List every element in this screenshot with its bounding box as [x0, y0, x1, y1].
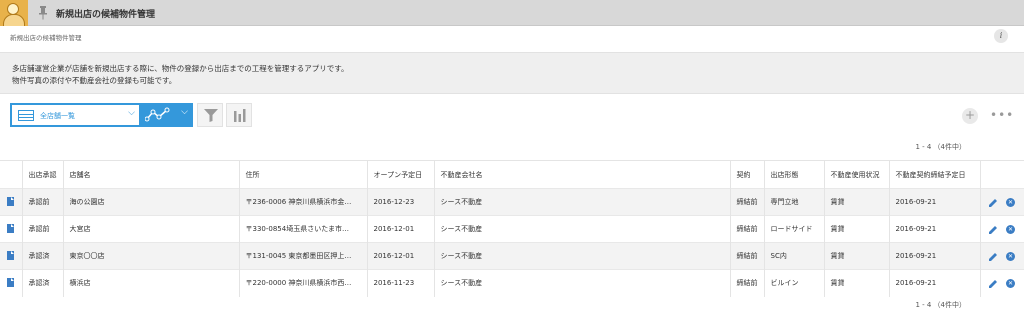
edit-icon[interactable] [989, 198, 998, 207]
cell-open-date: 2016-12-01 [367, 215, 435, 243]
table-row[interactable]: 承認済 横浜店 〒220-0000 神奈川県横浜市西… 2016-11-23 シ… [0, 269, 1024, 297]
cell-format: ビルイン [764, 269, 825, 297]
more-options-button[interactable]: ••• [990, 108, 1014, 122]
cell-company: シース不動産 [434, 242, 731, 270]
info-icon[interactable]: i [994, 29, 1008, 43]
record-detail-icon[interactable] [7, 250, 15, 260]
cell-sign-date: 2016-09-21 [889, 242, 981, 270]
app-description: 多店舗運営企業が店舗を新規出店する際に、物件の登録から出店までの工程を管理するア… [0, 52, 1024, 94]
cell-approval: 承認済 [22, 242, 64, 270]
view-select[interactable]: 全店舗一覧 ⌵ [10, 103, 141, 127]
cell-sign-date: 2016-09-21 [889, 188, 981, 216]
subheader: 新規出店の候補物件管理 i [0, 27, 1024, 51]
table-row[interactable]: 承認前 海の公園店 〒236-0006 神奈川県横浜市金… 2016-12-23… [0, 188, 1024, 216]
edit-icon[interactable] [989, 252, 998, 261]
table-view-icon [18, 110, 34, 121]
cell-company: シース不動産 [434, 215, 731, 243]
filter-button[interactable] [197, 103, 223, 127]
cell-approval: 承認前 [22, 188, 64, 216]
column-header[interactable]: 出店承認 [22, 160, 64, 189]
cell-contract: 締結前 [730, 215, 765, 243]
description-line-2: 物件写真の添付や不動産会社の登録も可能です。 [12, 76, 177, 85]
cell-contract: 締結前 [730, 242, 765, 270]
column-header[interactable]: 住所 [239, 160, 368, 189]
pin-icon[interactable] [38, 6, 48, 20]
column-header[interactable]: 不動産契約締結予定日 [889, 160, 981, 189]
cell-address: 〒131-0045 東京都墨田区押上… [239, 242, 368, 270]
app-title: 新規出店の候補物件管理 [56, 10, 156, 20]
graph-view-button[interactable]: ⌵ [141, 103, 193, 127]
table-row[interactable]: 承認済 東京〇〇店 〒131-0045 東京都墨田区押上… 2016-12-01… [0, 242, 1024, 270]
cell-approval: 承認済 [22, 269, 64, 297]
cell-sign-date: 2016-09-21 [889, 215, 981, 243]
cell-store: 横浜店 [63, 269, 240, 297]
record-detail-icon[interactable] [7, 196, 15, 206]
delete-icon[interactable]: ✕ [1006, 278, 1015, 288]
cell-address: 〒236-0006 神奈川県横浜市金… [239, 188, 368, 216]
delete-icon[interactable]: ✕ [1006, 251, 1015, 261]
cell-usage: 賃貸 [824, 269, 890, 297]
cell-contract: 締結前 [730, 269, 765, 297]
edit-icon[interactable] [989, 225, 998, 234]
cell-approval: 承認前 [22, 215, 64, 243]
cell-usage: 賃貸 [824, 242, 890, 270]
breadcrumb[interactable]: 新規出店の候補物件管理 [10, 32, 82, 42]
cell-store: 大宮店 [63, 215, 240, 243]
chevron-down-icon: ⌵ [128, 108, 135, 118]
column-header[interactable]: 契約 [730, 160, 765, 189]
cell-usage: 賃貸 [824, 188, 890, 216]
cell-company: シース不動産 [434, 188, 731, 216]
description-line-1: 多店舗運営企業が店舗を新規出店する際に、物件の登録から出店までの工程を管理するア… [12, 64, 349, 73]
cell-address: 〒220-0000 神奈川県横浜市西… [239, 269, 368, 297]
cell-format: SC内 [764, 242, 825, 270]
cell-open-date: 2016-11-23 [367, 269, 435, 297]
column-header[interactable]: 店舗名 [63, 160, 240, 189]
cell-format: 専門立地 [764, 188, 825, 216]
column-header[interactable]: 出店形態 [764, 160, 825, 189]
record-count-bottom: 1 - 4 （4件中） [915, 301, 966, 309]
cell-store: 海の公園店 [63, 188, 240, 216]
cell-format: ロードサイド [764, 215, 825, 243]
record-detail-icon[interactable] [7, 277, 15, 287]
chevron-down-icon: ⌵ [181, 107, 188, 117]
cell-open-date: 2016-12-23 [367, 188, 435, 216]
table-row[interactable]: 承認前 大宮店 〒330-0854埼玉県さいたま市… 2016-12-01 シー… [0, 215, 1024, 243]
edit-icon[interactable] [989, 279, 998, 288]
app-header: 新規出店の候補物件管理 [0, 0, 1024, 26]
add-record-button[interactable]: + [962, 108, 978, 124]
cell-open-date: 2016-12-01 [367, 242, 435, 270]
cell-store: 東京〇〇店 [63, 242, 240, 270]
cell-contract: 締結前 [730, 188, 765, 216]
delete-icon[interactable]: ✕ [1006, 197, 1015, 207]
column-header[interactable]: 不動産会社名 [434, 160, 731, 189]
cell-address: 〒330-0854埼玉県さいたま市… [239, 215, 368, 243]
table-header-row: 出店承認 店舗名 住所 オープン予定日 不動産会社名 契約 出店形態 不動産使用… [0, 160, 1024, 189]
filter-icon [204, 109, 218, 122]
records-table: 出店承認 店舗名 住所 オープン予定日 不動産会社名 契約 出店形態 不動産使用… [0, 160, 1024, 297]
record-detail-icon[interactable] [7, 223, 15, 233]
chart-button[interactable] [226, 103, 252, 127]
line-graph-icon [145, 107, 170, 122]
column-header[interactable]: オープン予定日 [367, 160, 435, 189]
view-select-label: 全店舗一覧 [40, 112, 75, 120]
delete-icon[interactable]: ✕ [1006, 224, 1015, 234]
app-icon[interactable] [0, 0, 28, 26]
record-count-top: 1 - 4 （4件中） [915, 143, 966, 151]
bar-chart-icon [234, 109, 246, 122]
cell-sign-date: 2016-09-21 [889, 269, 981, 297]
column-header[interactable]: 不動産使用状況 [824, 160, 890, 189]
cell-usage: 賃貸 [824, 215, 890, 243]
cell-company: シース不動産 [434, 269, 731, 297]
